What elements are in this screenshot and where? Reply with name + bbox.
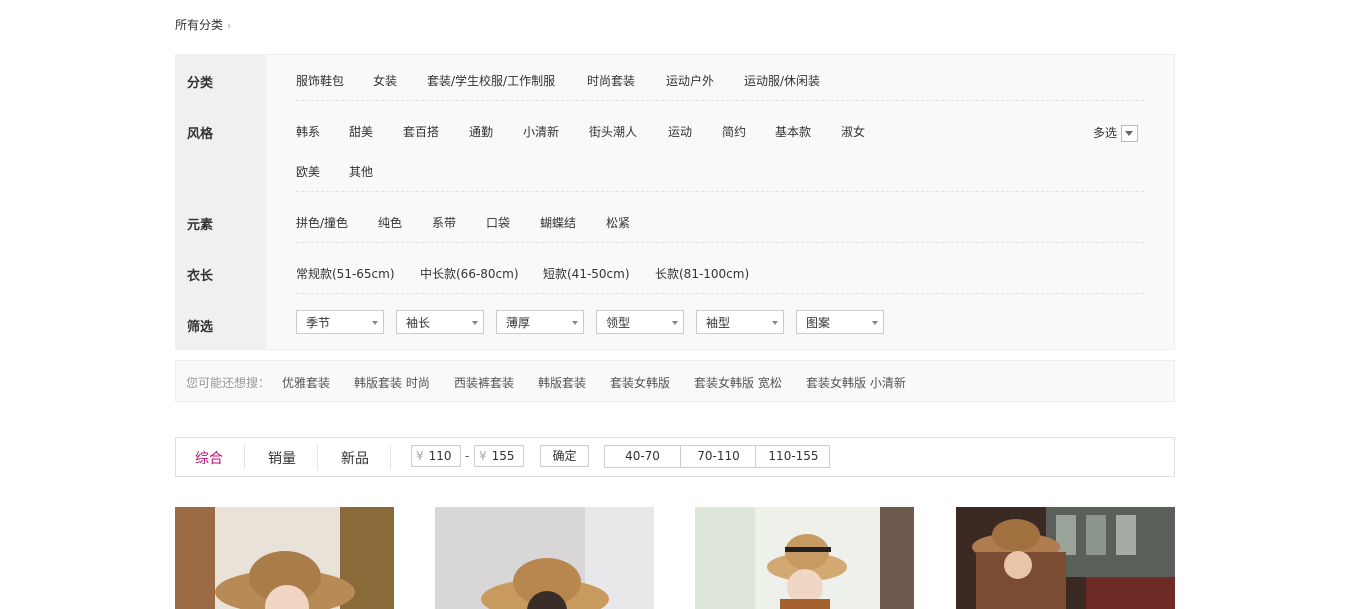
- filter-option[interactable]: 口袋: [486, 214, 510, 231]
- select-season[interactable]: 季节: [296, 310, 384, 334]
- price-range-group: 40-70 70-110 110-155: [604, 445, 830, 468]
- price-range-option[interactable]: 70-110: [680, 446, 756, 467]
- chevron-down-icon: [472, 321, 478, 325]
- price-max-value[interactable]: 155: [492, 449, 515, 463]
- filter-option[interactable]: 时尚套装: [587, 72, 635, 89]
- product-image[interactable]: [695, 507, 914, 609]
- filter-option[interactable]: 纯色: [378, 214, 402, 231]
- currency-icon: ¥: [416, 449, 424, 463]
- filter-option[interactable]: 欧美: [296, 163, 320, 180]
- product-image[interactable]: [435, 507, 654, 609]
- tab-divider: [244, 444, 245, 470]
- related-search-link[interactable]: 西装裤套装: [454, 374, 514, 391]
- filter-option[interactable]: 中长款(66-80cm): [420, 265, 519, 282]
- tab-sales[interactable]: 销量: [268, 448, 296, 468]
- select-label: 领型: [606, 316, 631, 330]
- row-divider: [296, 191, 1144, 192]
- related-searches-label: 您可能还想搜：: [186, 376, 271, 390]
- tab-divider: [390, 444, 391, 470]
- tab-divider: [317, 444, 318, 470]
- price-confirm-button[interactable]: 确定: [540, 445, 589, 467]
- related-search-link[interactable]: 套装女韩版: [610, 374, 670, 391]
- product-photo: [435, 507, 654, 609]
- row-divider: [296, 100, 1144, 101]
- price-range-option[interactable]: 40-70: [605, 446, 680, 467]
- breadcrumb[interactable]: 所有分类 ›: [175, 16, 231, 34]
- filter-option[interactable]: 套百搭: [403, 123, 439, 140]
- filter-key-screen: 筛选: [187, 320, 214, 335]
- related-search-link[interactable]: 韩版套装 时尚: [354, 374, 430, 391]
- filter-option[interactable]: 常规款(51-65cm): [296, 265, 395, 282]
- currency-icon: ¥: [479, 449, 487, 463]
- sort-bar: 综合 销量 新品 ¥110 - ¥155 确定 40-70 70-110 110…: [175, 437, 1175, 477]
- chevron-down-icon: [572, 321, 578, 325]
- price-min-input[interactable]: ¥110: [411, 445, 461, 467]
- select-sleeve-type[interactable]: 袖型: [696, 310, 784, 334]
- product-photo: [695, 507, 914, 609]
- filter-option[interactable]: 运动: [668, 123, 692, 140]
- filter-option[interactable]: 街头潮人: [589, 123, 637, 140]
- filter-option[interactable]: 长款(81-100cm): [655, 265, 749, 282]
- filter-option[interactable]: 系带: [432, 214, 456, 231]
- chevron-down-icon: [372, 321, 378, 325]
- row-divider: [296, 242, 1144, 243]
- filter-option[interactable]: 蝴蝶结: [540, 214, 576, 231]
- filter-option[interactable]: 简约: [722, 123, 746, 140]
- product-image[interactable]: [175, 507, 394, 609]
- filter-option[interactable]: 短款(41-50cm): [543, 265, 630, 282]
- related-search-link[interactable]: 套装女韩版 小清新: [806, 374, 906, 391]
- select-sleeve-length[interactable]: 袖长: [396, 310, 484, 334]
- select-label: 季节: [306, 316, 331, 330]
- tab-comprehensive[interactable]: 综合: [195, 448, 223, 468]
- select-label: 图案: [806, 316, 831, 330]
- filter-option[interactable]: 基本款: [775, 123, 811, 140]
- filter-option[interactable]: 运动服/休闲装: [744, 72, 820, 89]
- chevron-down-icon: [872, 321, 878, 325]
- chevron-down-icon[interactable]: [1121, 125, 1139, 142]
- filter-option[interactable]: 甜美: [349, 123, 373, 140]
- select-pattern[interactable]: 图案: [796, 310, 884, 334]
- breadcrumb-label[interactable]: 所有分类: [175, 18, 223, 32]
- filter-option[interactable]: 小清新: [523, 123, 559, 140]
- filter-key-length: 衣长: [187, 269, 214, 284]
- filter-option[interactable]: 其他: [349, 163, 373, 180]
- select-label: 薄厚: [506, 316, 531, 330]
- price-range-option[interactable]: 110-155: [755, 446, 831, 467]
- filter-option[interactable]: 拼色/撞色: [296, 214, 348, 231]
- filter-key-style: 风格: [187, 127, 214, 142]
- product-image[interactable]: [956, 507, 1175, 609]
- filter-key-column: [176, 55, 266, 349]
- select-collar[interactable]: 领型: [596, 310, 684, 334]
- row-divider: [296, 293, 1144, 294]
- filter-panel: 分类 服饰鞋包 女装 套装/学生校服/工作制服 时尚套装 运动户外 运动服/休闲…: [175, 54, 1175, 350]
- price-max-input[interactable]: ¥155: [474, 445, 524, 467]
- filter-option[interactable]: 套装/学生校服/工作制服: [427, 72, 555, 89]
- price-dash: -: [465, 449, 470, 463]
- chevron-right-icon: ›: [227, 19, 232, 32]
- multi-select-toggle[interactable]: 多选: [1093, 124, 1139, 142]
- select-label: 袖长: [406, 316, 431, 330]
- filter-option[interactable]: 女装: [373, 72, 397, 89]
- chevron-down-icon: [772, 321, 778, 325]
- filter-key-category: 分类: [187, 76, 214, 91]
- filter-option[interactable]: 淑女: [841, 123, 865, 140]
- filter-option[interactable]: 韩系: [296, 123, 320, 140]
- product-photo: [175, 507, 394, 609]
- chevron-down-icon: [672, 321, 678, 325]
- related-searches: 您可能还想搜： 优雅套装 韩版套装 时尚 西装裤套装 韩版套装 套装女韩版 套装…: [175, 360, 1175, 402]
- related-search-link[interactable]: 韩版套装: [538, 374, 586, 391]
- select-thickness[interactable]: 薄厚: [496, 310, 584, 334]
- product-photo: [956, 507, 1175, 609]
- filter-option[interactable]: 通勤: [469, 123, 493, 140]
- tab-new[interactable]: 新品: [341, 448, 369, 468]
- filter-key-element: 元素: [187, 218, 214, 233]
- select-label: 袖型: [706, 316, 731, 330]
- filter-option[interactable]: 运动户外: [666, 72, 714, 89]
- filter-option[interactable]: 松紧: [606, 214, 630, 231]
- related-search-link[interactable]: 优雅套装: [282, 374, 330, 391]
- filter-option[interactable]: 服饰鞋包: [296, 72, 344, 89]
- price-min-value[interactable]: 110: [429, 449, 452, 463]
- related-search-link[interactable]: 套装女韩版 宽松: [694, 374, 782, 391]
- multi-select-label[interactable]: 多选: [1093, 126, 1117, 140]
